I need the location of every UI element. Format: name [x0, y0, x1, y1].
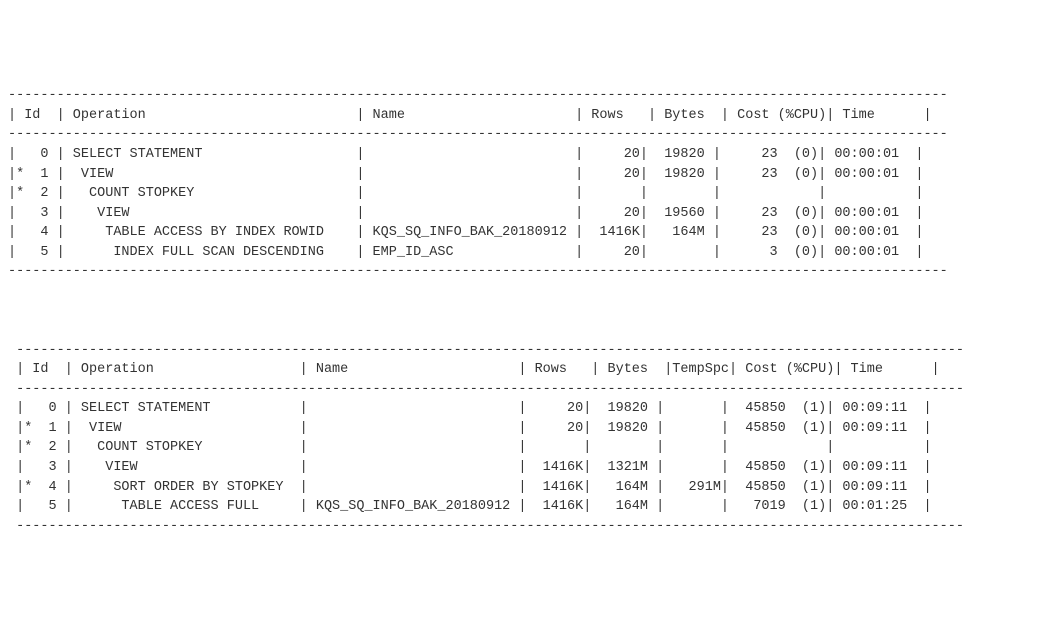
execution-plan-2: ----------------------------------------… — [8, 341, 1033, 537]
execution-plan-1: ----------------------------------------… — [8, 86, 1033, 282]
blank-separator — [8, 301, 1033, 321]
